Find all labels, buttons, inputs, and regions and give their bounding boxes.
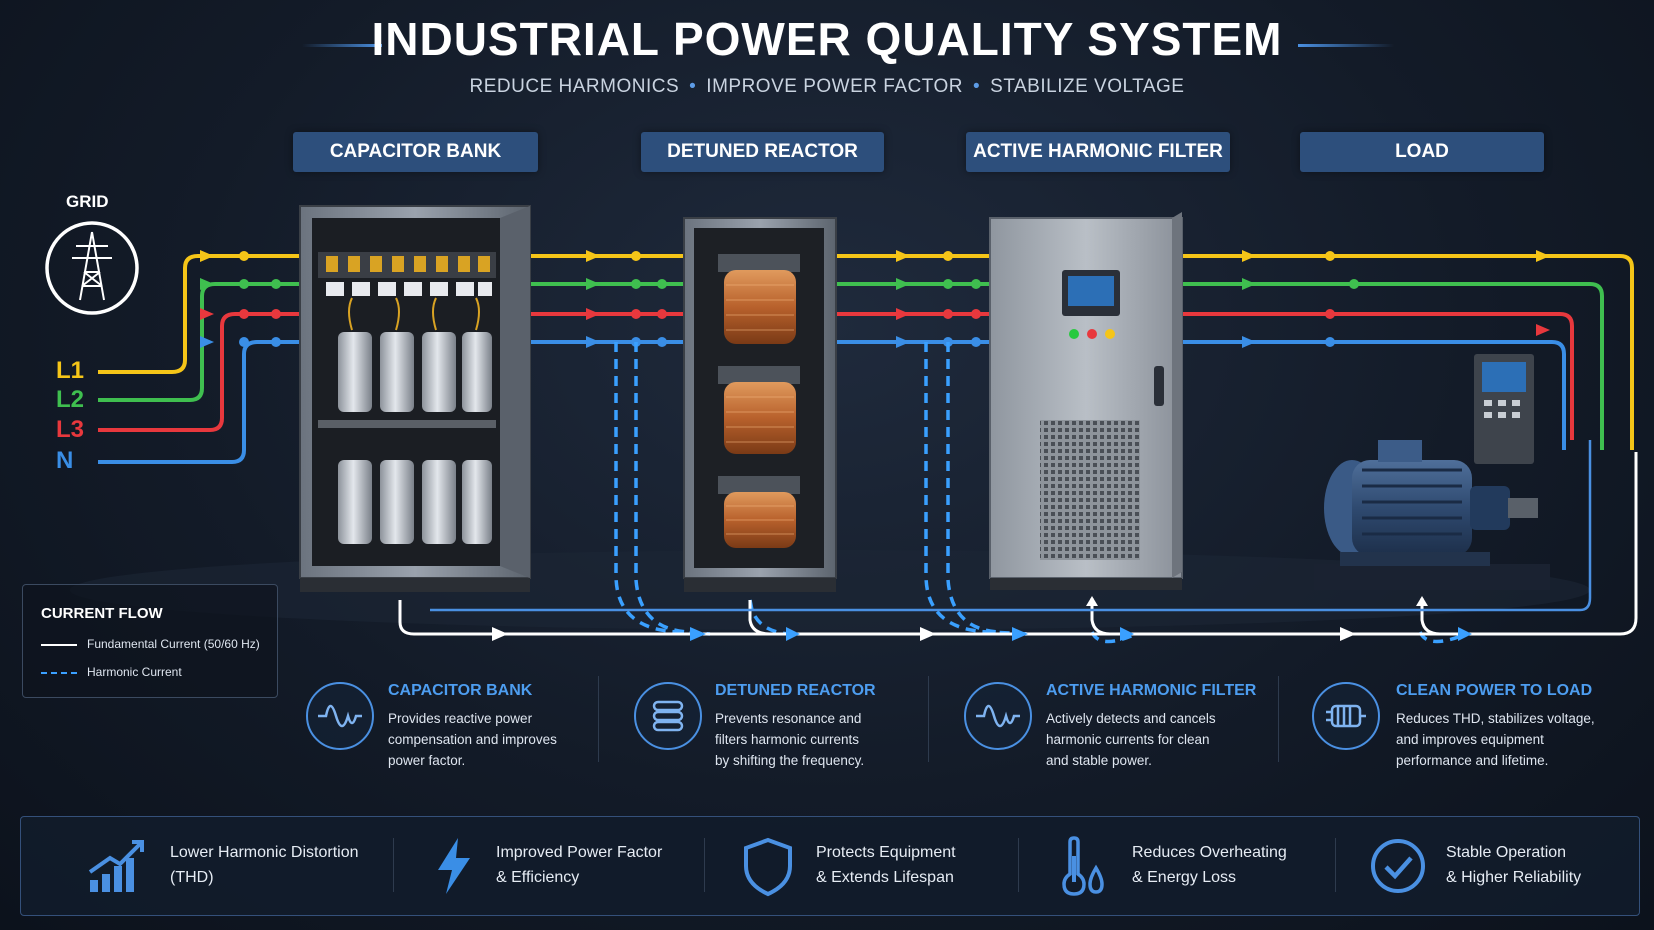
load-equipment xyxy=(1314,354,1550,590)
checkmark-icon xyxy=(1371,839,1425,893)
legend-item-harmonic: Harmonic Current xyxy=(41,665,182,679)
info-line: performance and lifetime. xyxy=(1396,753,1549,768)
divider xyxy=(704,838,705,892)
phase-label-l1: L1 xyxy=(56,357,85,384)
motor-icon xyxy=(1312,682,1380,750)
info-title-clean-power: CLEAN POWER TO LOAD xyxy=(1396,682,1593,699)
info-line: Actively detects and cancels xyxy=(1046,711,1216,726)
benefit-line: Improved Power Factor xyxy=(496,844,663,861)
info-title-detuned-reactor: DETUNED REACTOR xyxy=(715,682,876,699)
benefit-line: & Efficiency xyxy=(496,869,580,886)
legend-item-fundamental: Fundamental Current (50/60 Hz) xyxy=(41,637,260,651)
info-line: Provides reactive power xyxy=(388,711,533,726)
benefit-label: Stable Operation & Higher Reliability xyxy=(1446,840,1581,890)
grid-source xyxy=(45,221,139,315)
benefit-line: Stable Operation xyxy=(1446,844,1567,861)
info-line: compensation and improves xyxy=(388,732,557,747)
benefit-line: (THD) xyxy=(170,869,214,886)
divider xyxy=(928,676,929,762)
legend-solid-line xyxy=(41,643,77,646)
reactor-coil xyxy=(718,254,800,548)
capacitor-bank-cabinet xyxy=(299,205,531,592)
legend-item-label: Harmonic Current xyxy=(87,665,182,679)
info-line: filters harmonic currents xyxy=(715,732,860,747)
info-line: harmonic currents for clean xyxy=(1046,732,1210,747)
divider xyxy=(1018,838,1019,892)
benefit-line: Protects Equipment xyxy=(816,844,956,861)
phase-label-l3: L3 xyxy=(56,416,85,443)
coil-icon xyxy=(634,682,702,750)
legend-dashed-line xyxy=(41,671,77,674)
divider xyxy=(1335,838,1336,892)
status-led-green xyxy=(1069,329,1079,339)
info-title-active-harmonic-filter: ACTIVE HARMONIC FILTER xyxy=(1046,682,1257,699)
shield-icon xyxy=(744,837,792,897)
sine-wave-icon xyxy=(306,682,374,750)
info-line: by shifting the frequency. xyxy=(715,753,865,768)
benefit-line: Reduces Overheating xyxy=(1132,844,1287,861)
benefit-label: Improved Power Factor & Efficiency xyxy=(496,840,662,890)
legend-title: CURRENT FLOW xyxy=(41,605,163,622)
divider xyxy=(393,838,394,892)
info-text-clean-power: Reduces THD, stabilizes voltage, and imp… xyxy=(1396,708,1616,771)
status-led-red xyxy=(1087,329,1097,339)
lightning-icon xyxy=(438,838,470,894)
info-line: Reduces THD, stabilizes voltage, xyxy=(1396,711,1595,726)
info-text-active-harmonic-filter: Actively detects and cancels harmonic cu… xyxy=(1046,708,1256,771)
benefit-line: & Energy Loss xyxy=(1132,869,1237,886)
bar-chart-icon xyxy=(88,840,144,892)
info-line: Prevents resonance and xyxy=(715,711,862,726)
ventilation-grille xyxy=(1040,420,1140,560)
info-line: and stable power. xyxy=(1046,753,1152,768)
status-led-yellow xyxy=(1105,329,1115,339)
benefit-label: Protects Equipment & Extends Lifespan xyxy=(816,840,956,890)
benefit-line: Lower Harmonic Distortion xyxy=(170,844,359,861)
grid-label: GRID xyxy=(66,192,109,211)
divider xyxy=(1278,676,1279,762)
info-line: power factor. xyxy=(388,753,466,768)
benefit-line: & Extends Lifespan xyxy=(816,869,954,886)
active-harmonic-filter-cabinet xyxy=(989,212,1183,590)
divider xyxy=(598,676,599,762)
phase-label-n: N xyxy=(56,447,74,474)
detuned-reactor-cabinet xyxy=(683,217,837,592)
current-flow-legend: CURRENT FLOW Fundamental Current (50/60 … xyxy=(22,584,278,698)
benefit-line: & Higher Reliability xyxy=(1446,869,1582,886)
thermometer-icon xyxy=(1062,836,1104,896)
info-text-detuned-reactor: Prevents resonance and filters harmonic … xyxy=(715,708,905,771)
sine-wave-icon xyxy=(964,682,1032,750)
benefit-label: Reduces Overheating & Energy Loss xyxy=(1132,840,1287,890)
info-text-capacitor-bank: Provides reactive power compensation and… xyxy=(388,708,560,771)
legend-item-label: Fundamental Current (50/60 Hz) xyxy=(87,637,260,651)
info-line: and improves equipment xyxy=(1396,732,1544,747)
phase-label-l2: L2 xyxy=(56,386,85,413)
benefit-label: Lower Harmonic Distortion (THD) xyxy=(170,840,359,890)
info-title-capacitor-bank: CAPACITOR BANK xyxy=(388,682,533,699)
